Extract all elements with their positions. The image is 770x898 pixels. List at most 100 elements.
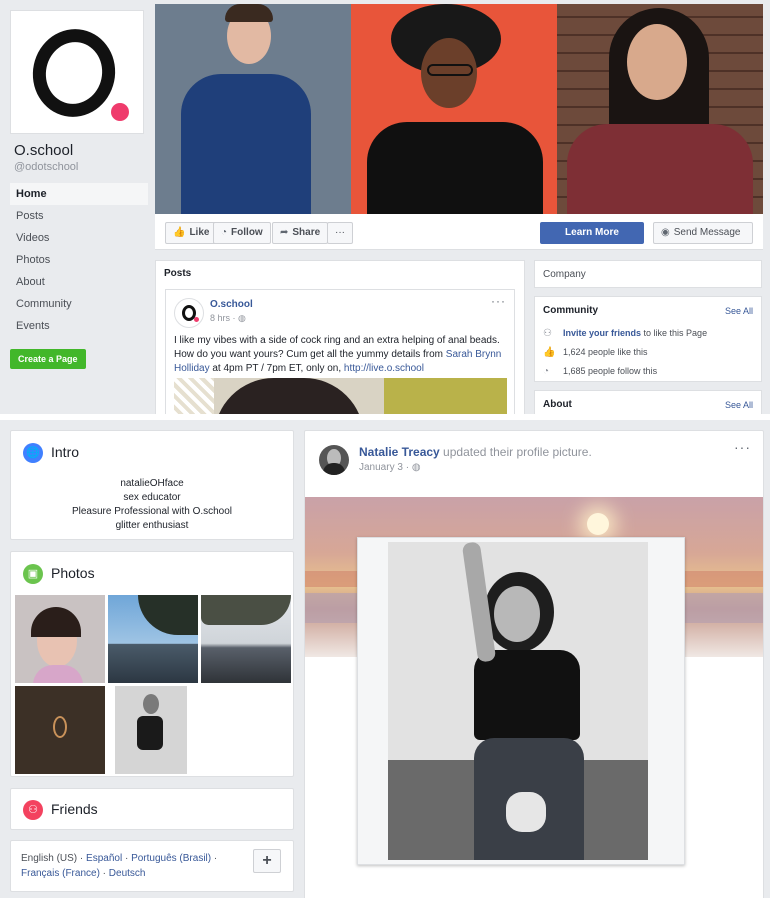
photos-card: ▣ Photos	[10, 551, 294, 777]
friends-title[interactable]: Friends	[51, 801, 98, 817]
nav-item-home[interactable]: Home	[10, 183, 148, 205]
intro-line: glitter enthusiast	[115, 520, 189, 531]
intro-line: natalieOHface	[120, 478, 184, 489]
sun	[587, 513, 609, 535]
share-arrow-icon: ➦	[280, 227, 289, 238]
follow-label: Follow	[231, 227, 263, 238]
post-url-link[interactable]: http://live.o.school	[344, 363, 424, 374]
feed-headline: Natalie Treacy updated their profile pic…	[359, 445, 592, 459]
add-language-button[interactable]: +	[253, 849, 281, 873]
company-label: Company	[543, 269, 586, 280]
feed-action-text: updated their profile picture.	[439, 445, 592, 459]
likes-count-row: 👍 1,624 people like this	[535, 343, 761, 362]
friends-icon: ⚇	[23, 800, 43, 820]
follows-count-row: ◔ 1,685 people follow this	[535, 362, 761, 381]
cover-person-3	[557, 4, 763, 214]
post-text: I like my vibes with a side of cock ring…	[174, 335, 502, 374]
feed-post: Natalie Treacy updated their profile pic…	[304, 430, 764, 898]
about-card: About See All	[534, 390, 762, 414]
post-avatar[interactable]	[174, 298, 204, 328]
nav-item-posts[interactable]: Posts	[10, 205, 148, 227]
create-page-button[interactable]: Create a Page	[10, 349, 86, 369]
likes-count: 1,624 people like this	[563, 347, 648, 357]
rss-icon: ◔	[543, 366, 550, 377]
photo-thumbnail[interactable]	[15, 595, 105, 683]
photos-title[interactable]: Photos	[51, 565, 95, 581]
friends-card: ⚇ Friends	[10, 788, 294, 830]
intro-line: Pleasure Professional with O.school	[71, 506, 233, 517]
about-see-all-link[interactable]: See All	[725, 400, 753, 410]
nav-item-photos[interactable]: Photos	[10, 249, 148, 271]
post-timestamp[interactable]: 8 hrs · ◍	[210, 313, 246, 324]
thumbs-up-icon: 👍	[543, 347, 556, 358]
invite-icon: ⚇	[543, 328, 552, 339]
page-action-bar: 👍 Like ◔ Follow ➦ Share ··· Learn More ◉ Sen…	[155, 214, 763, 250]
thumbs-up-icon: 👍	[173, 227, 186, 238]
invite-friends-row: ⚇ Invite your friends to like this Page	[535, 324, 761, 343]
photo-thumbnail[interactable]	[201, 595, 291, 683]
profile-picture[interactable]	[388, 542, 648, 860]
page-logo[interactable]	[10, 10, 144, 134]
cover-person-1	[155, 4, 351, 214]
posts-title: Posts	[164, 268, 192, 279]
feed-timestamp[interactable]: January 3 · ◍	[359, 462, 421, 473]
profile-screenshot: 🌐 Intro natalieOHface sex educator Pleas…	[0, 420, 770, 898]
cover-person-2	[351, 4, 557, 214]
language-links: English (US) · Español · Português (Bras…	[21, 853, 218, 879]
nav-item-videos[interactable]: Videos	[10, 227, 148, 249]
feed-author-link[interactable]: Natalie Treacy	[359, 445, 440, 459]
photo-thumbnail[interactable]	[108, 595, 198, 683]
language-link-fr[interactable]: Français (France)	[21, 868, 100, 879]
send-message-label: Send Message	[673, 227, 741, 238]
page-nav: Home Posts Videos Photos About Community…	[10, 183, 148, 337]
language-link-de[interactable]: Deutsch	[109, 868, 146, 879]
logo-dot	[111, 103, 129, 121]
photo-thumbnail[interactable]	[15, 686, 105, 774]
like-label: Like	[189, 227, 210, 238]
intro-line: sex educator	[123, 492, 181, 503]
post-author[interactable]: O.school	[210, 299, 253, 310]
more-options-button[interactable]: ···	[327, 222, 353, 244]
follows-count: 1,685 people follow this	[563, 366, 658, 376]
post-options-button[interactable]: ···	[491, 294, 506, 308]
nav-item-events[interactable]: Events	[10, 315, 148, 337]
profile-picture-frame	[357, 537, 685, 865]
follow-button[interactable]: ◔ Follow	[213, 222, 271, 244]
globe-icon: ◍	[411, 462, 421, 473]
page-screenshot: O.school @odotschool Home Posts Videos P…	[0, 0, 770, 414]
page-left-nav: O.school @odotschool Home Posts Videos P…	[10, 10, 148, 369]
nav-item-community[interactable]: Community	[10, 293, 148, 315]
post: O.school 8 hrs · ◍ ··· I like my vibes w…	[165, 289, 515, 414]
logo-letter-o	[24, 21, 124, 125]
language-link-es[interactable]: Español	[86, 853, 122, 864]
page-handle[interactable]: @odotschool	[10, 161, 148, 173]
share-button[interactable]: ➦ Share	[272, 222, 329, 244]
intro-title: Intro	[51, 444, 80, 460]
nav-item-about[interactable]: About	[10, 271, 148, 293]
globe-icon: 🌐	[23, 443, 43, 463]
intro-card: 🌐 Intro natalieOHface sex educator Pleas…	[10, 430, 294, 540]
company-card: Company	[534, 260, 762, 288]
cover-photo[interactable]	[155, 4, 763, 214]
invite-rest-text: to like this Page	[641, 328, 708, 338]
posts-section: Posts O.school 8 hrs · ◍ ··· I like my v…	[155, 260, 525, 414]
rss-icon: ◔	[221, 227, 228, 238]
community-see-all-link[interactable]: See All	[725, 306, 753, 316]
language-card: English (US) · Español · Português (Bras…	[10, 840, 294, 892]
globe-icon: ◍	[238, 313, 246, 323]
like-button[interactable]: 👍 Like	[165, 222, 218, 244]
page-name[interactable]: O.school	[10, 142, 148, 159]
post-image[interactable]	[174, 378, 507, 414]
messenger-icon: ◉	[661, 227, 670, 238]
avatar[interactable]	[319, 445, 349, 475]
send-message-button[interactable]: ◉ Send Message	[653, 222, 753, 244]
language-link-pt[interactable]: Português (Brasil)	[131, 853, 211, 864]
photo-icon: ▣	[23, 564, 43, 584]
intro-bio: natalieOHface sex educator Pleasure Prof…	[11, 477, 293, 533]
photo-thumbnail[interactable]	[115, 686, 187, 774]
learn-more-button[interactable]: Learn More	[540, 222, 644, 244]
feed-options-button[interactable]: ···	[734, 439, 751, 455]
current-language: English (US)	[21, 853, 78, 864]
invite-friends-link[interactable]: Invite your friends	[563, 328, 641, 338]
share-label: Share	[292, 227, 321, 238]
